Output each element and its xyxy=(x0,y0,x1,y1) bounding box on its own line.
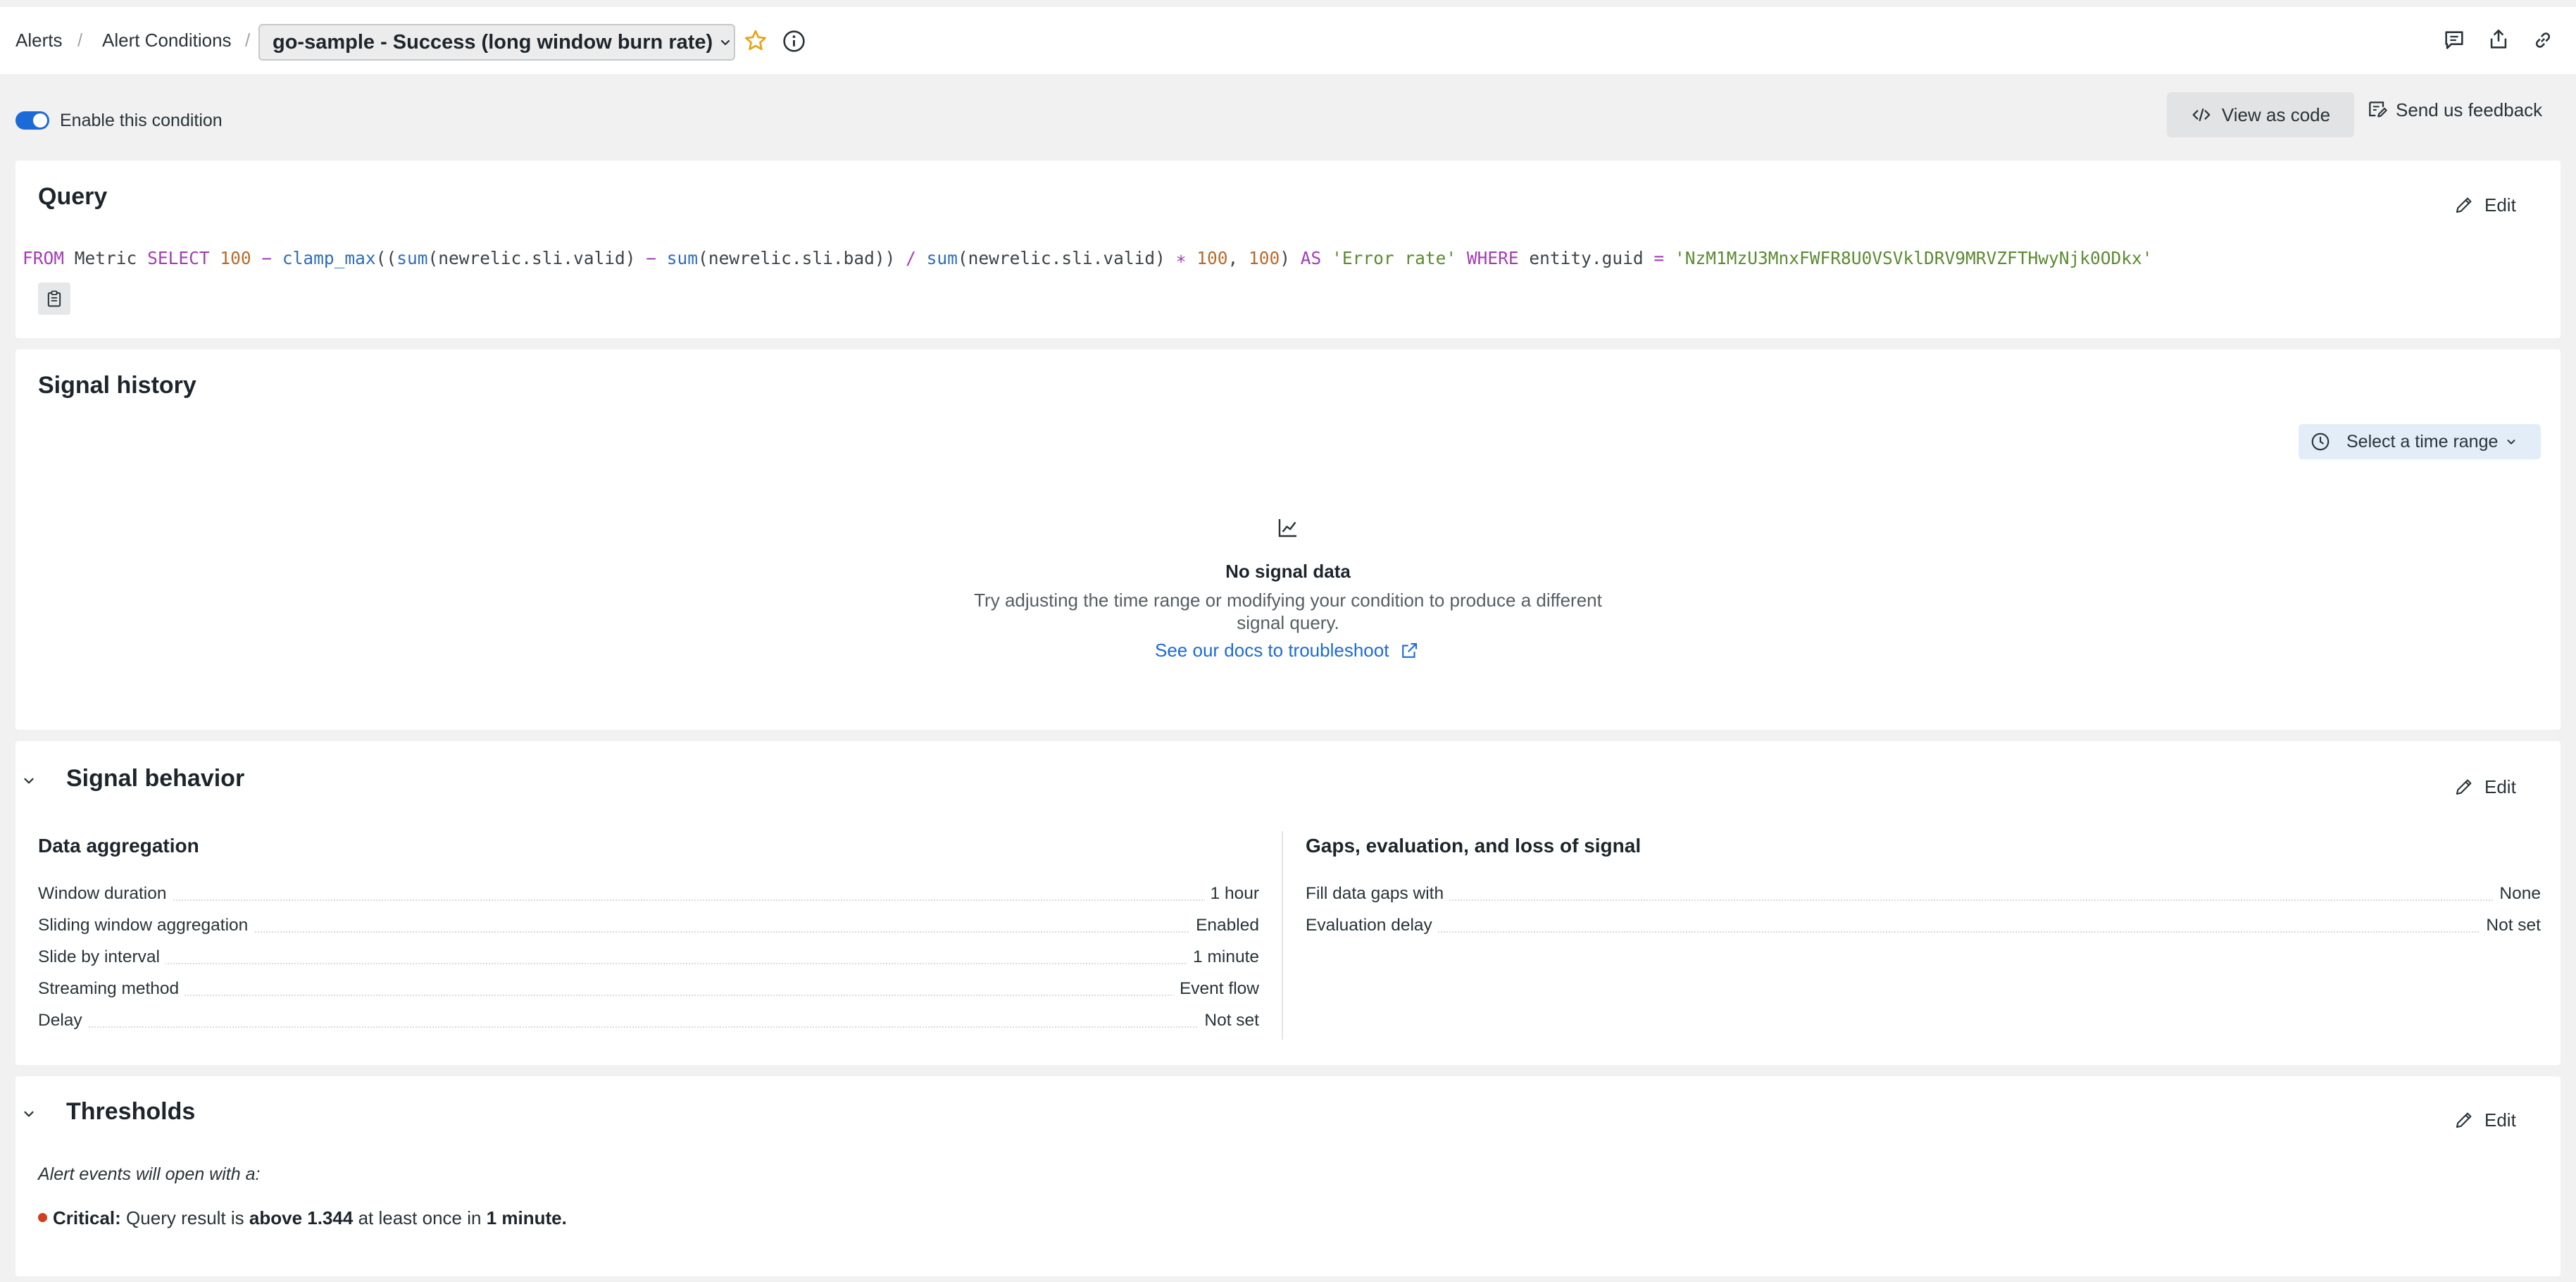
alert-events-intro: Alert events will open with a: xyxy=(38,1164,261,1184)
enable-condition-label: Enable this condition xyxy=(60,111,223,130)
clock-icon xyxy=(2311,432,2330,451)
link-icon[interactable] xyxy=(2531,28,2555,52)
page-title: go-sample - Success (long window burn ra… xyxy=(273,30,713,54)
alert-condition-page: Alerts / Alert Conditions / go-sample - … xyxy=(0,0,2576,1282)
feedback-icon xyxy=(2369,101,2387,118)
share-icon[interactable] xyxy=(2487,27,2511,51)
signal-behavior-edit-button[interactable]: Edit xyxy=(2453,769,2531,804)
no-signal-title: No signal data xyxy=(1225,561,1351,582)
chevron-down-icon[interactable] xyxy=(21,773,37,788)
signal-history-title: Signal history xyxy=(38,372,196,399)
thresholds-card xyxy=(15,1076,2561,1276)
pencil-icon xyxy=(2456,197,2472,213)
condition-title-dropdown[interactable]: go-sample - Success (long window burn ra… xyxy=(258,24,735,61)
nrql-query-text[interactable]: FROM Metric SELECT 100 − clamp_max((sum(… xyxy=(23,248,2152,268)
query-title: Query xyxy=(38,183,108,210)
breadcrumb-alerts[interactable]: Alerts xyxy=(15,7,62,74)
top-header: Alerts / Alert Conditions / go-sample - … xyxy=(0,7,2576,74)
evaluation-delay-row: Evaluation delay Not set xyxy=(1306,914,2541,938)
chart-icon xyxy=(1278,519,1296,537)
thresholds-title: Thresholds xyxy=(66,1098,196,1125)
breadcrumb-separator: / xyxy=(77,30,83,51)
docs-troubleshoot-link[interactable]: See our docs to troubleshoot xyxy=(1155,638,1420,662)
breadcrumb-separator: / xyxy=(245,30,251,51)
send-feedback-button[interactable]: Send us feedback xyxy=(2366,92,2565,127)
clipboard-icon xyxy=(47,290,61,307)
signal-behavior-title: Signal behavior xyxy=(66,765,245,792)
fill-gaps-row: Fill data gaps with None xyxy=(1306,882,2541,906)
pencil-icon xyxy=(2456,1112,2472,1128)
view-as-code-button[interactable]: View as code xyxy=(2167,92,2354,137)
time-range-picker[interactable]: Select a time range xyxy=(2299,424,2541,459)
window-duration-row: Window duration 1 hour xyxy=(38,882,1259,906)
critical-threshold-text: Critical: Query result is above 1.344 at… xyxy=(53,1207,567,1228)
data-aggregation-title: Data aggregation xyxy=(38,835,199,857)
no-signal-description: Try adjusting the time range or modifyin… xyxy=(974,590,1602,633)
toggle-knob xyxy=(33,113,47,127)
edit-label: Edit xyxy=(2484,1109,2516,1131)
thresholds-edit-button[interactable]: Edit xyxy=(2453,1102,2531,1138)
chevron-down-icon xyxy=(2507,440,2515,444)
comment-icon[interactable] xyxy=(2442,28,2466,52)
chevron-down-icon[interactable] xyxy=(21,1106,37,1121)
critical-indicator xyxy=(38,1213,47,1222)
edit-label: Edit xyxy=(2484,194,2516,216)
chevron-down-icon xyxy=(721,39,730,46)
external-link-icon xyxy=(1401,642,1417,658)
docs-link-label: See our docs to troubleshoot xyxy=(1155,640,1389,661)
enable-condition-toggle[interactable] xyxy=(15,111,49,130)
star-icon[interactable] xyxy=(743,28,768,54)
send-feedback-label: Send us feedback xyxy=(2396,99,2543,120)
column-divider xyxy=(1282,831,1283,1040)
slide-interval-row: Slide by interval 1 minute xyxy=(38,945,1259,969)
gaps-evaluation-title: Gaps, evaluation, and loss of signal xyxy=(1306,835,1642,857)
copy-query-button[interactable] xyxy=(38,282,70,315)
code-icon xyxy=(2192,108,2211,122)
delay-row: Delay Not set xyxy=(38,1009,1259,1033)
query-edit-button[interactable]: Edit xyxy=(2453,187,2531,223)
streaming-method-row: Streaming method Event flow xyxy=(38,977,1259,1001)
view-as-code-label: View as code xyxy=(2221,104,2331,125)
sliding-window-row: Sliding window aggregation Enabled xyxy=(38,914,1259,938)
edit-label: Edit xyxy=(2484,776,2516,797)
pencil-icon xyxy=(2456,779,2472,795)
info-icon[interactable] xyxy=(782,29,806,54)
time-range-label: Select a time range xyxy=(2346,431,2499,452)
breadcrumb-alert-conditions[interactable]: Alert Conditions xyxy=(102,7,232,74)
